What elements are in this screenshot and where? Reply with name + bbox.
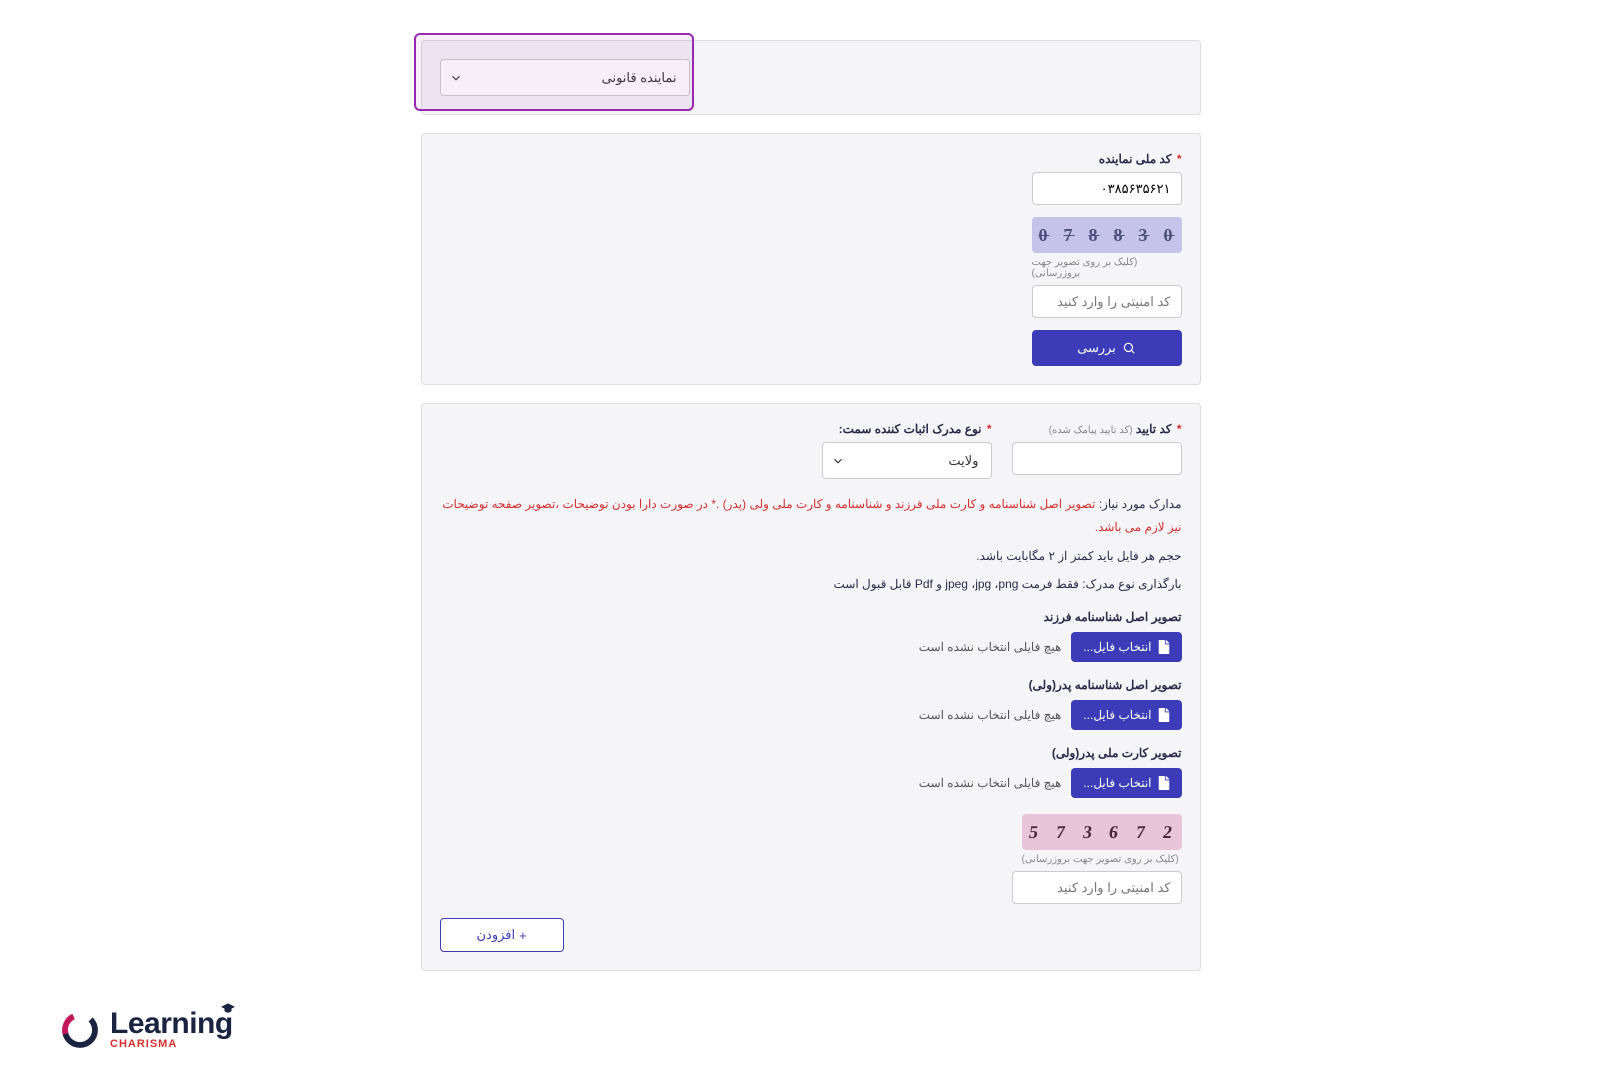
add-button[interactable]: + افزودن (440, 918, 564, 952)
choose-file-button-0[interactable]: انتخاب فایل... (1071, 632, 1181, 662)
plus-icon: + (519, 928, 527, 943)
doc-type-select[interactable]: ولایت (822, 442, 992, 479)
file-icon (1158, 776, 1170, 790)
choose-file-button-1[interactable]: انتخاب فایل... (1071, 700, 1181, 730)
national-id-input[interactable] (1032, 172, 1182, 205)
captcha-image-2[interactable]: 2 7 6 3 7 5 (1022, 814, 1182, 850)
choose-file-button-2[interactable]: انتخاب فایل... (1071, 768, 1181, 798)
logo-main-text: Learning (110, 1009, 233, 1039)
captcha-image-1[interactable]: 0 3 8 8 7 0 (1032, 217, 1182, 253)
logo-sub-text: CHARISMA (110, 1039, 233, 1050)
required-marker: * (987, 422, 992, 436)
required-marker: * (1177, 152, 1182, 166)
upload-label-2: تصویر کارت ملی پدر(ولی) (440, 746, 1182, 760)
docs-needed-notice: مدارک مورد نیاز: تصویر اصل شناسنامه و کا… (440, 493, 1182, 539)
file-status-2: هیچ فایلی انتخاب نشده است (919, 776, 1062, 790)
check-button[interactable]: بررسی (1032, 330, 1182, 366)
doc-type-label: * نوع مدرک اثبات کننده سمت: (822, 422, 992, 436)
brand-logo: Learning CHARISMA (60, 1009, 233, 1050)
search-icon (1122, 341, 1136, 355)
required-marker: * (1177, 422, 1182, 436)
charisma-logo-icon (60, 1010, 100, 1050)
confirm-code-label: * کد تایید (کد تایید پیامک شده) (1012, 422, 1182, 436)
file-size-note: حجم هر فایل باید کمتر از ۲ مگابایت باشد. (440, 545, 1182, 568)
captcha-input-2[interactable] (1012, 871, 1182, 904)
file-status-1: هیچ فایلی انتخاب نشده است (919, 708, 1062, 722)
panel-documents: * کد تایید (کد تایید پیامک شده) * نوع مد… (421, 403, 1201, 971)
file-format-note: بارگذاری نوع مدرک: فقط فرمت jpeg ،jpg ،p… (440, 573, 1182, 596)
captcha-refresh-hint: (کلیک بر روی تصویر جهت بروزرسانی) (1032, 257, 1182, 279)
captcha-refresh-hint-2: (کلیک بر روی تصویر جهت بروزرسانی) (1022, 854, 1182, 865)
captcha-input-1[interactable] (1032, 285, 1182, 318)
file-status-0: هیچ فایلی انتخاب نشده است (919, 640, 1062, 654)
panel-representative-type: نماینده قانونی (421, 40, 1201, 115)
representative-type-select[interactable]: نماینده قانونی (440, 59, 690, 96)
upload-label-1: تصویر اصل شناسنامه پدر(ولی) (440, 678, 1182, 692)
panel-national-id: * کد ملی نماینده 0 3 8 8 7 0 (کلیک بر رو… (421, 133, 1201, 385)
file-icon (1158, 708, 1170, 722)
national-id-label: * کد ملی نماینده (1032, 152, 1182, 166)
confirm-code-input[interactable] (1012, 442, 1182, 475)
upload-label-0: تصویر اصل شناسنامه فرزند (440, 610, 1182, 624)
file-icon (1158, 640, 1170, 654)
graduation-cap-icon (221, 1003, 235, 1013)
